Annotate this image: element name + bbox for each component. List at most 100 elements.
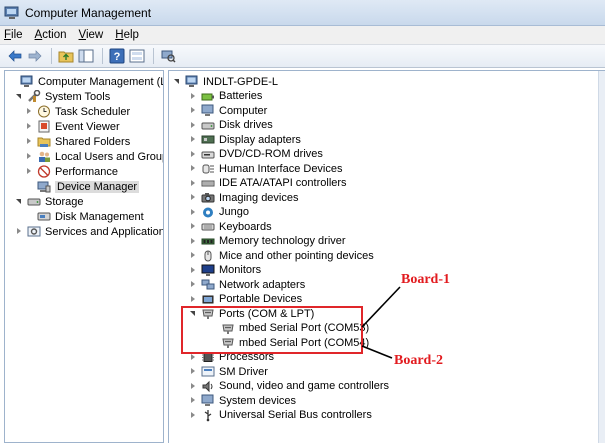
collapse-arrow-icon[interactable] <box>189 179 198 188</box>
device-item-dvd-cd-rom-drives[interactable]: DVD/CD-ROM drives <box>189 147 323 162</box>
menu-action[interactable]: Action <box>35 29 67 41</box>
tree-item-disk-management[interactable]: Disk Management <box>25 209 144 224</box>
device-item-jungo[interactable]: Jungo <box>189 205 249 220</box>
tree-item-event-viewer[interactable]: Event Viewer <box>25 119 120 134</box>
show-hide-tree-icon[interactable] <box>77 47 95 65</box>
collapse-arrow-icon[interactable] <box>25 167 34 176</box>
scan-hardware-icon[interactable] <box>159 47 177 65</box>
expand-arrow-icon[interactable] <box>15 197 24 206</box>
device-item-monitors[interactable]: Monitors <box>189 263 261 278</box>
ports-highlight-box <box>181 306 363 354</box>
device-item-sm-driver[interactable]: SM Driver <box>189 364 268 379</box>
tree-item-shared-folders[interactable]: Shared Folders <box>25 134 130 149</box>
menu-view[interactable]: View <box>79 29 104 41</box>
device-item-label: Sound, video and game controllers <box>219 380 389 392</box>
collapse-arrow-icon[interactable] <box>189 135 198 144</box>
expand-arrow-icon[interactable] <box>15 92 24 101</box>
device-item-mice-and-other-pointing-devices[interactable]: Mice and other pointing devices <box>189 248 374 263</box>
tree-item-task-scheduler[interactable]: Task Scheduler <box>25 104 130 119</box>
tree-item-performance[interactable]: Performance <box>25 164 118 179</box>
collapse-arrow-icon[interactable] <box>189 164 198 173</box>
device-item-system-devices[interactable]: System devices <box>189 393 296 408</box>
collapse-arrow-icon[interactable] <box>189 237 198 246</box>
collapse-arrow-icon[interactable] <box>189 266 198 275</box>
collapse-arrow-icon[interactable] <box>189 396 198 405</box>
collapse-arrow-icon[interactable] <box>25 137 34 146</box>
device-item-computer[interactable]: Computer <box>189 103 267 118</box>
device-item-network-adapters[interactable]: Network adapters <box>189 277 305 292</box>
collapse-arrow-icon[interactable] <box>189 92 198 101</box>
svg-text:?: ? <box>114 51 121 63</box>
device-item-batteries[interactable]: Batteries <box>189 89 262 104</box>
device-item-keyboards[interactable]: Keyboards <box>189 219 272 234</box>
menu-help[interactable]: Help <box>115 29 139 41</box>
collapse-arrow-icon[interactable] <box>189 193 198 202</box>
device-item-ide-ata-atapi-controllers[interactable]: IDE ATA/ATAPI controllers <box>189 176 347 191</box>
collapse-arrow-icon[interactable] <box>189 295 198 304</box>
storage-icon <box>27 195 41 208</box>
device-item-label: Disk drives <box>219 119 273 131</box>
collapse-arrow-icon[interactable] <box>189 208 198 217</box>
tree-item-device-manager[interactable]: Device Manager <box>25 179 140 194</box>
device-manager-icon <box>37 180 51 193</box>
collapse-arrow-icon[interactable] <box>189 382 198 391</box>
tree-item-services-applications[interactable]: Services and Applications <box>15 224 163 239</box>
network-icon <box>201 278 215 291</box>
collapse-arrow-icon[interactable] <box>189 121 198 130</box>
device-item-human-interface-devices[interactable]: Human Interface Devices <box>189 161 343 176</box>
collapse-arrow-icon[interactable] <box>189 150 198 159</box>
collapse-arrow-icon[interactable] <box>25 122 34 131</box>
device-item-universal-serial-bus-controllers[interactable]: Universal Serial Bus controllers <box>189 408 372 423</box>
properties-icon[interactable] <box>128 47 146 65</box>
device-item-imaging-devices[interactable]: Imaging devices <box>189 190 299 205</box>
tree-item-local-users-groups[interactable]: Local Users and Groups <box>25 149 163 164</box>
forward-arrow-icon[interactable] <box>26 47 44 65</box>
device-item-label: IDE ATA/ATAPI controllers <box>219 177 347 189</box>
tree-item-system-tools[interactable]: System Tools <box>15 89 110 104</box>
device-item-label: Computer <box>219 104 268 117</box>
event-viewer-icon <box>37 120 51 133</box>
collapse-arrow-icon[interactable] <box>25 107 34 116</box>
dvd-icon <box>201 148 215 161</box>
collapse-arrow-icon[interactable] <box>189 251 198 260</box>
collapse-arrow-icon[interactable] <box>25 152 34 161</box>
tree-item-storage[interactable]: Storage <box>15 194 84 209</box>
device-item-label: Monitors <box>219 264 262 276</box>
collapse-arrow-icon[interactable] <box>189 367 198 376</box>
computer-icon <box>185 75 199 88</box>
help-icon[interactable]: ? <box>108 47 126 65</box>
memory-icon <box>201 235 215 248</box>
device-item-memory-technology-driver[interactable]: Memory technology driver <box>189 234 346 249</box>
shared-folder-icon <box>37 135 51 148</box>
board2-label: Board-2 <box>394 353 443 368</box>
device-item-sound-video-and-game-controllers[interactable]: Sound, video and game controllers <box>189 379 389 394</box>
disk-management-icon <box>37 210 51 223</box>
computer-management-icon <box>20 75 34 88</box>
device-item-label: SM Driver <box>219 365 268 378</box>
vertical-scrollbar[interactable] <box>598 71 605 443</box>
tree-item-root-computer[interactable]: INDLT-GPDE-L <box>173 74 278 89</box>
collapse-arrow-icon[interactable] <box>15 227 24 236</box>
menu-bar: File Action View Help <box>0 26 605 44</box>
collapse-arrow-icon[interactable] <box>189 222 198 231</box>
camera-icon <box>201 191 215 204</box>
jungo-icon <box>201 206 215 219</box>
expand-arrow-icon[interactable] <box>173 77 182 86</box>
mouse-icon <box>201 249 215 262</box>
collapse-arrow-icon[interactable] <box>189 280 198 289</box>
device-item-display-adapters[interactable]: Display adapters <box>189 132 301 147</box>
back-arrow-icon[interactable] <box>6 47 24 65</box>
device-item-portable-devices[interactable]: Portable Devices <box>189 292 302 307</box>
toolbar-separator <box>51 48 52 64</box>
tree-item-computer-management[interactable]: Computer Management (Local <box>8 74 163 89</box>
computer-icon <box>201 104 215 117</box>
device-item-disk-drives[interactable]: Disk drives <box>189 118 273 133</box>
root-computer-label: INDLT-GPDE-L <box>203 75 278 88</box>
up-folder-icon[interactable] <box>57 47 75 65</box>
collapse-arrow-icon[interactable] <box>189 106 198 115</box>
keyboard-icon <box>201 220 215 233</box>
device-item-label: Mice and other pointing devices <box>219 249 374 262</box>
collapse-arrow-icon[interactable] <box>189 411 198 420</box>
sound-icon <box>201 380 215 393</box>
menu-file[interactable]: File <box>4 29 23 41</box>
